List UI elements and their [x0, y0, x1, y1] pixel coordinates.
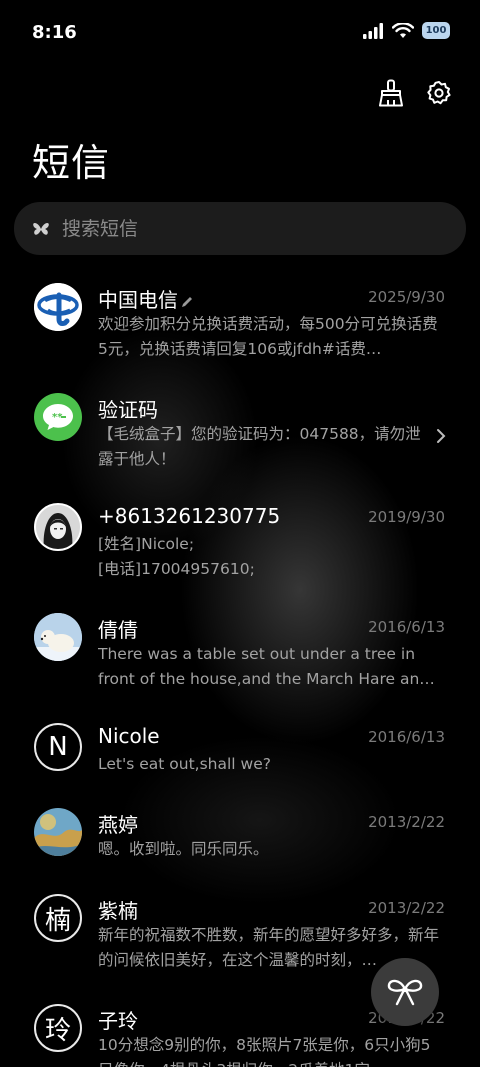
- contact-name: 中国电信: [98, 284, 194, 313]
- message-preview: Let's eat out,shall we?: [98, 755, 271, 773]
- conversation-item[interactable]: 中国电信 2025/9/30 欢迎参加积分兑换话费活动，每500分可兑换话费5元…: [0, 270, 480, 380]
- conversation-list: 中国电信 2025/9/30 欢迎参加积分兑换话费活动，每500分可兑换话费5元…: [0, 270, 480, 820]
- bow-icon: [387, 979, 423, 1006]
- battery-level: 100: [425, 25, 447, 36]
- message-preview: 嗯。收到啦。同乐同乐。: [98, 840, 269, 858]
- conversation-item[interactable]: 燕婷 2013/2/22 嗯。收到啦。同乐同乐。: [0, 795, 480, 881]
- avatar-letter: 玲: [34, 1004, 82, 1052]
- contact-name: 紫楠: [98, 899, 138, 923]
- message-preview: [姓名]Nicole; [电话]17004957610;: [98, 532, 446, 582]
- preview-line: [姓名]Nicole;: [98, 535, 195, 553]
- message-date: 2013/2/22: [368, 813, 445, 831]
- message-date: 2013/2/22: [368, 899, 445, 917]
- conversation-list-continued: 燕婷 2013/2/22 嗯。收到啦。同乐同乐。 楠 紫楠 2013/2/22 …: [0, 795, 480, 1067]
- top-actions: [376, 78, 454, 108]
- polar-bear-avatar: [34, 613, 82, 661]
- search-input[interactable]: [60, 216, 444, 241]
- conversation-item[interactable]: 倩倩 2016/6/13 There was a table set out u…: [0, 600, 480, 710]
- status-time: 8:16: [32, 22, 77, 43]
- floating-action-button[interactable]: [371, 958, 439, 1026]
- contact-name: 倩倩: [98, 618, 138, 642]
- butterfly-icon: [32, 220, 50, 238]
- contact-name: 子玲: [98, 1009, 138, 1033]
- page-title: 短信: [32, 141, 111, 185]
- painting-avatar: [34, 808, 82, 856]
- message-date: 2025/9/30: [368, 288, 445, 306]
- pencil-icon: [182, 296, 192, 307]
- message-preview: 【毛绒盒子】您的验证码为：047588，请勿泄露于他人！: [98, 425, 421, 468]
- signal-icon: [363, 22, 383, 39]
- battery-indicator: 100: [422, 22, 450, 39]
- avatar-letter: 楠: [34, 894, 82, 942]
- contact-name: 燕婷: [98, 813, 138, 837]
- anime-portrait-avatar: [34, 503, 82, 551]
- gear-icon: [427, 81, 451, 105]
- message-bubble-icon: **: [43, 404, 73, 430]
- message-date: 2016/6/13: [368, 618, 445, 636]
- message-bubble-avatar: **: [34, 393, 82, 441]
- message-preview: 欢迎参加积分兑换话费活动，每500分可兑换话费5元，兑换话费请回复106或jfd…: [98, 315, 438, 358]
- chevron-right-icon[interactable]: [436, 428, 446, 444]
- avatar-letter: N: [34, 723, 82, 771]
- contact-name: 验证码: [98, 398, 158, 422]
- status-icons: 100: [362, 22, 450, 39]
- contact-name: Nicole: [98, 724, 160, 748]
- conversation-item[interactable]: +8613261230775 2019/9/30 [姓名]Nicole; [电话…: [0, 490, 480, 600]
- conversation-item[interactable]: ** 验证码 【毛绒盒子】您的验证码为：047588，请勿泄露于他人！: [0, 380, 480, 490]
- search-bar[interactable]: [14, 202, 466, 255]
- clean-button[interactable]: [376, 78, 406, 108]
- message-date: 2019/9/30: [368, 508, 445, 526]
- message-preview: 10分想念9别的你，8张照片7张是你，6只小狗5只像你，4根骨头3根归你，2爪着…: [98, 1036, 431, 1067]
- china-telecom-avatar: [34, 283, 82, 331]
- preview-line: [电话]17004957610;: [98, 560, 255, 578]
- message-preview: There was a table set out under a tree i…: [98, 645, 435, 688]
- settings-button[interactable]: [424, 78, 454, 108]
- status-bar: 8:16 100: [0, 0, 480, 68]
- message-date: 2016/6/13: [368, 728, 445, 746]
- wifi-icon: [392, 22, 414, 38]
- contact-name: +8613261230775: [98, 504, 281, 528]
- broom-icon: [379, 79, 403, 107]
